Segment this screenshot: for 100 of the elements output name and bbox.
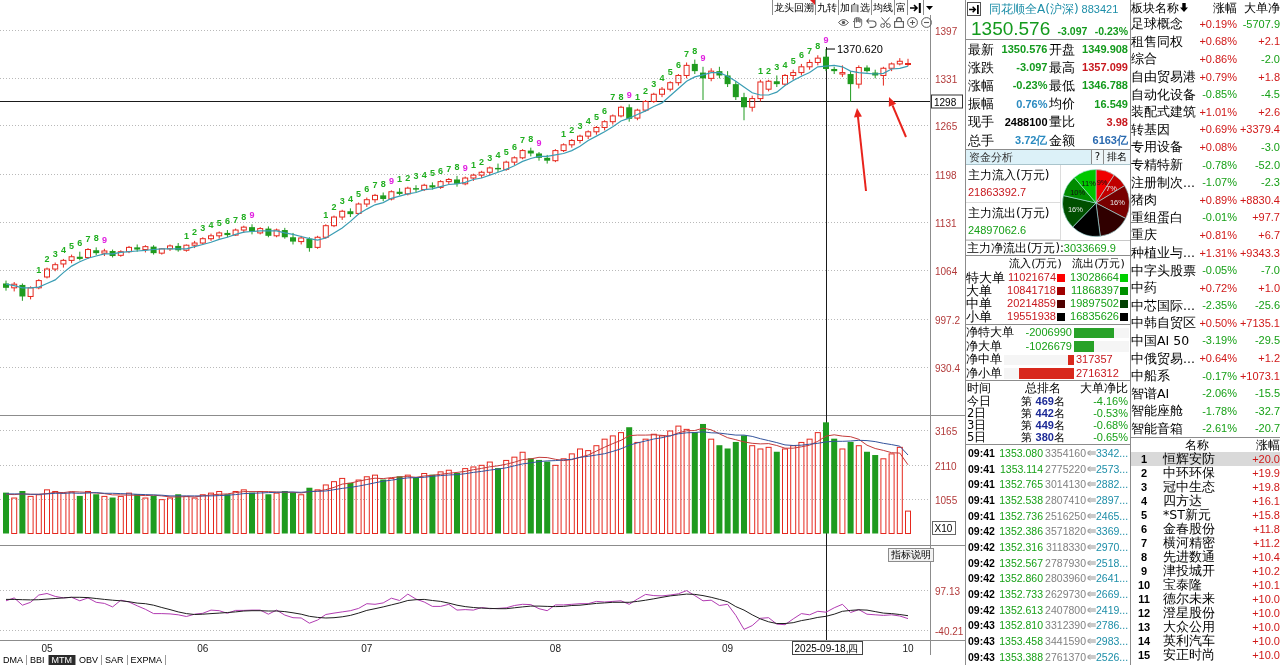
- net-flow-value: 3033669.9: [1063, 242, 1116, 254]
- axis-label: 1331: [935, 73, 958, 85]
- sequence-count: 4: [60, 244, 66, 255]
- tick-volume: 3441590: [1044, 635, 1086, 648]
- sequence-count: 1: [470, 159, 476, 170]
- field-label: 金额: [1048, 132, 1076, 148]
- change-value: +0.19%: [1198, 17, 1237, 30]
- section-title: 资金分析: [968, 150, 1014, 164]
- tick-time: 09:42: [968, 525, 996, 538]
- inflow-value: 19551938: [1007, 310, 1056, 323]
- axis-label: 1055: [935, 494, 958, 506]
- row-label: 净特大单: [966, 326, 1015, 340]
- change-value: +1.31%: [1198, 246, 1237, 259]
- inflow-value: 10841718: [1007, 284, 1056, 297]
- sequence-count: 6: [798, 49, 804, 60]
- outflow-label: 主力流出(万元): [968, 204, 1051, 222]
- sequence-count: 2: [643, 86, 649, 96]
- sequence-count: 2: [331, 201, 337, 212]
- sequence-count: 8: [618, 91, 624, 102]
- tick-amount: 2882...: [1096, 478, 1130, 491]
- flow-value: -2.0: [1260, 53, 1280, 65]
- flow-value: -7.0: [1260, 264, 1280, 277]
- tick-price: 1352.860: [998, 572, 1043, 585]
- sequence-count: 5: [429, 168, 435, 179]
- sequence-count: 5: [593, 112, 599, 122]
- axis-label: 1198: [935, 169, 957, 181]
- sequence-count: 5: [69, 240, 75, 251]
- tick-volume: 3014130: [1044, 478, 1086, 491]
- change-value: -0.78%: [1201, 158, 1237, 171]
- bar-value: -1026679: [1024, 339, 1073, 353]
- sequence-count: 8: [93, 233, 99, 244]
- field-value: 2488100: [1003, 115, 1049, 128]
- tick-time: 09:43: [968, 619, 996, 632]
- flow-value: -15.5: [1253, 387, 1280, 400]
- tick-volume: 2787930: [1044, 556, 1086, 569]
- tick-time: 09:42: [968, 588, 996, 601]
- change-value: -0.17%: [1201, 369, 1237, 382]
- change-value: +0.68%: [1198, 35, 1237, 48]
- column-header: 时间: [966, 381, 992, 395]
- tick-time: 09:43: [968, 635, 996, 648]
- sequence-count: 9: [823, 35, 829, 45]
- axis-label: 08: [549, 643, 561, 654]
- index-name: 同花顺全A(沪深): [989, 0, 1079, 18]
- sequence-count: 3: [200, 223, 206, 234]
- field-label: 量比: [1048, 114, 1076, 130]
- ref-line-label: 1298: [934, 96, 957, 108]
- sequence-count: 9: [101, 234, 107, 245]
- field-label: 最低: [1048, 77, 1076, 93]
- sequence-count: 1: [634, 91, 640, 102]
- ratio-value: -0.65%: [1092, 431, 1129, 443]
- sequence-count: 2: [192, 226, 198, 237]
- sequence-count: 5: [667, 67, 673, 78]
- sequence-count: 4: [585, 116, 591, 127]
- change-value: +1.01%: [1198, 105, 1237, 118]
- field-value: 6163亿: [1091, 132, 1129, 148]
- field-value: 3.72亿: [1014, 132, 1049, 148]
- inflow-value: 21863392.7: [968, 185, 1028, 200]
- sequence-count: 2: [44, 253, 50, 264]
- row-label: 小单: [966, 310, 993, 323]
- high-price-label: 1370.620: [837, 43, 883, 56]
- tick-amount: 3342...: [1096, 446, 1130, 459]
- flow-value: -3.0: [1260, 140, 1280, 153]
- change-value: -2.35%: [1201, 299, 1237, 312]
- sequence-count: 8: [454, 161, 460, 172]
- flow-value: -4.5: [1260, 88, 1280, 101]
- sequence-count: 5: [503, 146, 509, 157]
- rank-text: 第 380名: [1020, 430, 1066, 444]
- column-header: 总排名: [1024, 381, 1062, 395]
- sequence-count: 4: [421, 169, 427, 180]
- tick-amount: 2419...: [1096, 603, 1130, 616]
- sequence-count: 9: [249, 210, 255, 221]
- row-label: 净小单: [966, 366, 1003, 380]
- sequence-count: 7: [610, 91, 616, 102]
- sequence-count: 2: [569, 125, 575, 135]
- sequence-count: 3: [577, 120, 583, 131]
- ratio-value: -0.53%: [1092, 407, 1129, 419]
- outflow-value: 13028664: [1070, 271, 1119, 284]
- axis-label: 07: [361, 643, 373, 654]
- ratio-value: -0.68%: [1092, 419, 1129, 431]
- row-label: 中单: [966, 297, 993, 310]
- change-value: +0.89%: [1198, 193, 1237, 206]
- tick-volume: 2807410: [1044, 493, 1086, 506]
- tick-time: 09:42: [968, 556, 996, 569]
- outflow-value: 19897502: [1070, 297, 1119, 310]
- axis-label: 1265: [935, 120, 958, 132]
- tick-time: 09:42: [968, 572, 996, 585]
- tick-time: 09:41: [968, 493, 996, 506]
- unit-label: X10: [932, 521, 956, 535]
- tick-amount: 2573...: [1096, 462, 1130, 475]
- tick-amount: 2641...: [1096, 572, 1130, 585]
- flow-value: -2.3: [1260, 176, 1280, 189]
- tick-time: 09:43: [968, 650, 996, 663]
- tick-volume: 2775220: [1044, 462, 1086, 475]
- tick-amount: 2983...: [1096, 635, 1130, 648]
- axis-label: 06: [197, 643, 209, 654]
- field-label: 最高: [1048, 59, 1076, 75]
- tick-price: 1352.733: [998, 588, 1043, 601]
- outflow-value: 11868397: [1070, 284, 1119, 297]
- sequence-count: 6: [224, 216, 230, 226]
- index-code: 883421: [1081, 3, 1119, 15]
